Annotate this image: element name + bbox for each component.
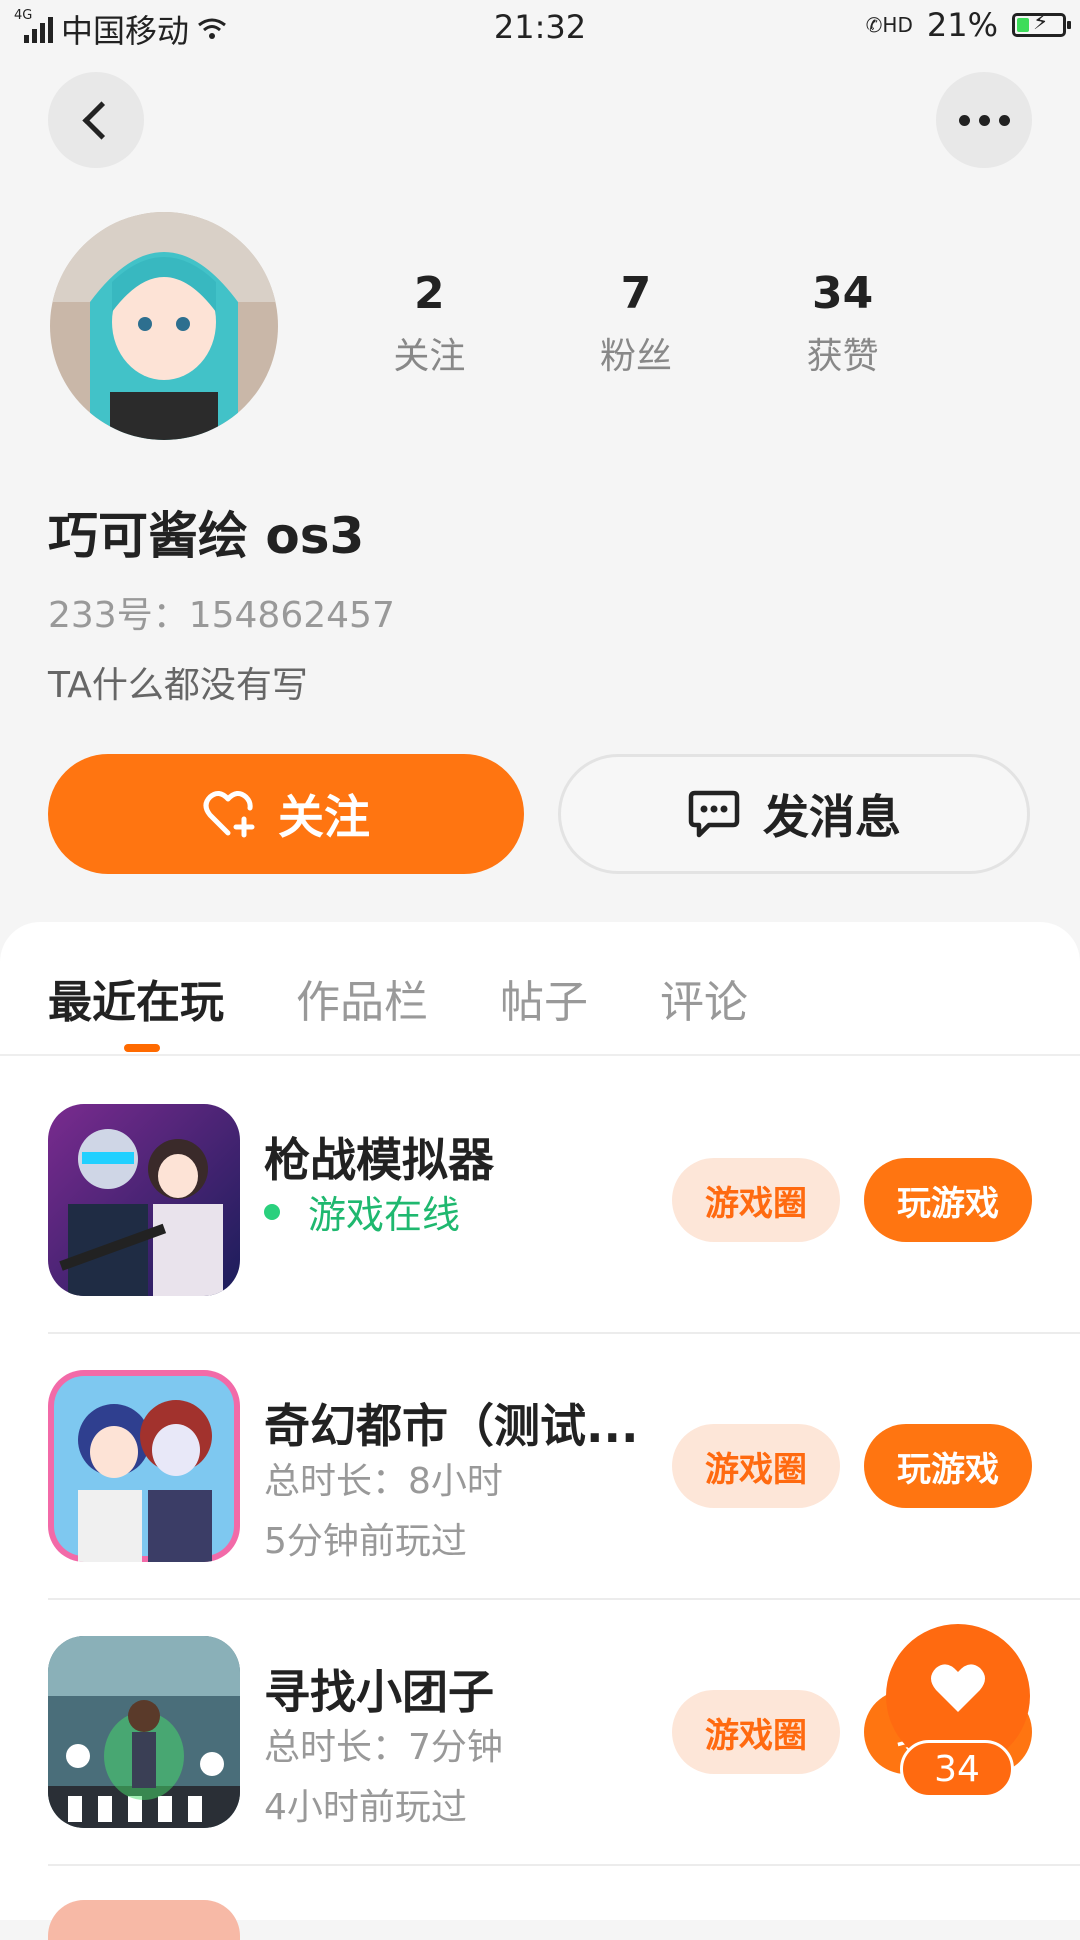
game-circle-button[interactable]: 游戏圈 [672, 1424, 840, 1508]
follow-button[interactable]: 关注 [48, 754, 524, 874]
more-dots-icon [958, 114, 1010, 126]
following-stat[interactable]: 2 关注 [329, 268, 529, 379]
following-label: 关注 [393, 336, 466, 377]
tab-posts[interactable]: 帖子 [500, 966, 588, 1030]
likes-stat[interactable]: 34 获赞 [743, 268, 943, 379]
last-played: 5分钟前玩过 [264, 1521, 467, 1562]
tab-comments[interactable]: 评论 [660, 966, 748, 1030]
game-title: 枪战模拟器 [264, 1133, 494, 1187]
back-button[interactable] [48, 72, 144, 168]
divider [48, 1864, 1080, 1866]
message-button[interactable]: 发消息 [558, 754, 1030, 874]
tab-works[interactable]: 作品栏 [296, 966, 428, 1030]
game-circle-button[interactable]: 游戏圈 [672, 1158, 840, 1242]
tab-indicator [124, 1044, 160, 1052]
online-status: 游戏在线 [264, 1184, 460, 1239]
game-icon [48, 1370, 240, 1562]
battery-percent: 21% [926, 6, 998, 44]
follow-label: 关注 [278, 790, 370, 844]
user-bio: TA什么都没有写 [48, 665, 308, 706]
heart-icon [931, 1664, 985, 1712]
likes-count: 34 [812, 268, 874, 319]
followers-label: 粉丝 [599, 336, 672, 377]
game-icon [48, 1636, 240, 1828]
like-count-badge: 34 [900, 1740, 1014, 1798]
play-game-button[interactable]: 玩游戏 [864, 1424, 1032, 1508]
game-title: 奇幻都市（测试... [264, 1399, 639, 1453]
followers-stat[interactable]: 7 粉丝 [536, 268, 736, 379]
profile-stats: 2 关注 7 粉丝 34 获赞 [326, 268, 946, 379]
status-right: ✆HD 21% ⚡ [865, 6, 1071, 44]
battery-icon: ⚡ [1012, 10, 1071, 37]
online-label: 游戏在线 [308, 1193, 461, 1237]
followers-count: 7 [620, 268, 652, 319]
status-bar: 4G 中国移动 21:32 ✆HD 21% ⚡ [0, 0, 1080, 56]
game-circle-button[interactable]: 游戏圈 [672, 1690, 840, 1774]
heart-plus-icon [203, 791, 255, 838]
game-icon [48, 1104, 240, 1296]
username: 巧可酱绘 os3 [48, 507, 365, 565]
game-title: 寻找小团子 [264, 1665, 494, 1719]
game-icon [48, 1900, 240, 1940]
list-item[interactable]: 奇幻都市（测试... 总时长：8小时 5分钟前玩过 游戏圈 玩游戏 [48, 1322, 1080, 1588]
last-played: 4小时前玩过 [264, 1787, 467, 1828]
more-button[interactable] [936, 72, 1032, 168]
likes-label: 获赞 [806, 336, 879, 377]
hd-call-icon: ✆HD [865, 13, 913, 37]
play-duration: 总时长：7分钟 [264, 1727, 503, 1768]
list-item[interactable]: 枪战模拟器 游戏在线 游戏圈 玩游戏 [48, 1056, 1080, 1322]
user-id: 233号：154862457 [48, 595, 395, 636]
chat-bubble-icon [688, 790, 740, 838]
chevron-left-icon [81, 100, 121, 140]
play-duration: 总时长：8小时 [264, 1461, 503, 1502]
tab-bar: 最近在玩 作品栏 帖子 评论 [48, 966, 748, 1030]
tab-recent[interactable]: 最近在玩 [48, 966, 224, 1030]
message-label: 发消息 [763, 790, 901, 844]
avatar[interactable] [50, 212, 278, 440]
online-dot-icon [264, 1203, 280, 1220]
following-count: 2 [414, 268, 445, 319]
play-game-button[interactable]: 玩游戏 [864, 1158, 1032, 1242]
